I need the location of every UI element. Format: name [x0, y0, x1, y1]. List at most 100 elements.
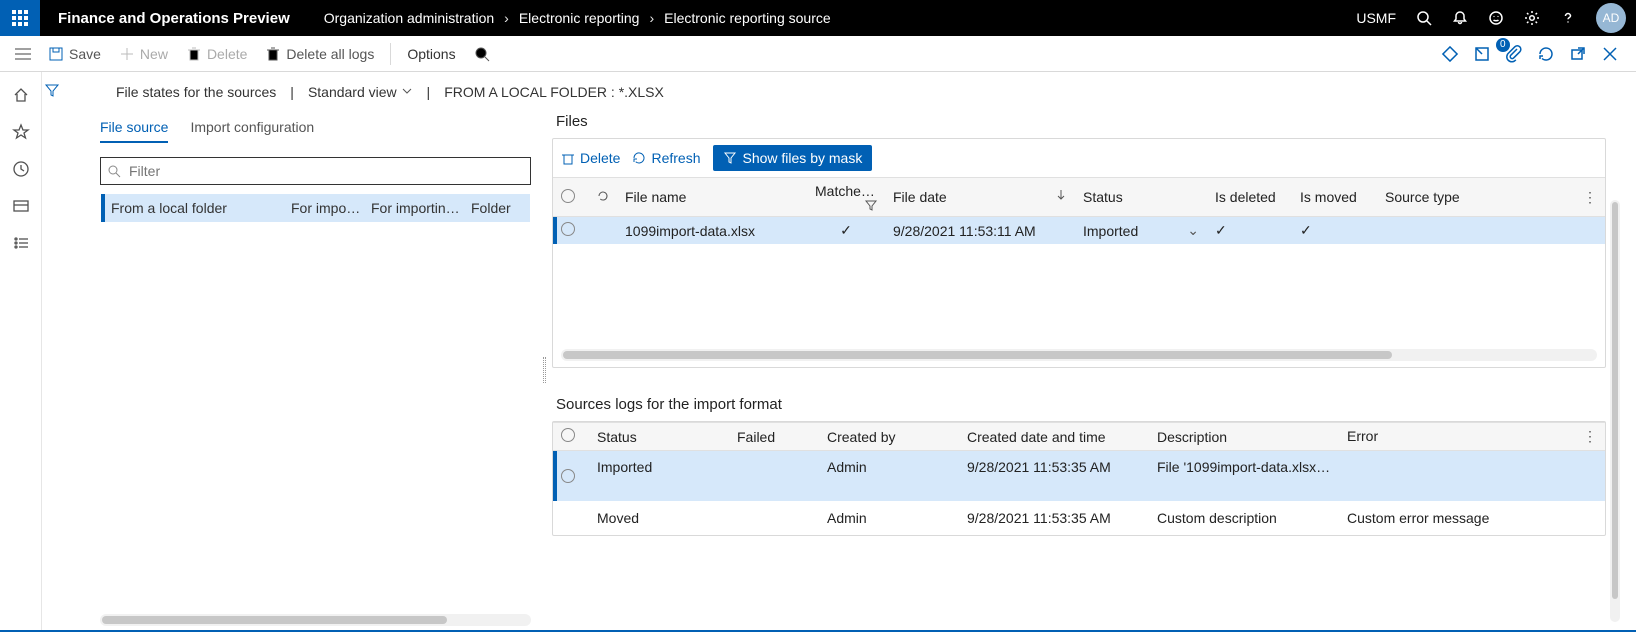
col-error[interactable]: Error⋮	[1339, 423, 1605, 451]
nav-recent[interactable]	[12, 160, 30, 181]
delete-all-logs-button[interactable]: Delete all logs	[257, 42, 382, 66]
radio-icon[interactable]	[561, 222, 575, 236]
breadcrumb-item[interactable]: Electronic reporting source	[664, 10, 831, 26]
star-icon	[12, 123, 30, 141]
col-file-date[interactable]: File date	[885, 178, 1075, 217]
nav-favorites[interactable]	[12, 123, 30, 144]
help-button[interactable]	[1550, 0, 1586, 36]
filter-input-wrapper[interactable]	[100, 157, 531, 185]
table-row[interactable]: Moved Admin 9/28/2021 11:53:35 AM Custom…	[553, 501, 1605, 535]
popout-button[interactable]	[1564, 40, 1592, 68]
cell-name: From a local folder	[111, 200, 281, 216]
nav-workspaces[interactable]	[12, 197, 30, 218]
breadcrumb: Organization administration › Electronic…	[308, 10, 847, 26]
delete-label: Delete	[207, 46, 247, 62]
col-is-deleted[interactable]: Is deleted	[1207, 178, 1292, 217]
col-source-type[interactable]: Source type⋮	[1377, 178, 1605, 217]
app-launcher-button[interactable]	[0, 0, 40, 36]
cell-created-by: Admin	[819, 451, 959, 501]
arrow-down-icon	[1055, 189, 1067, 201]
vertical-scrollbar[interactable]	[1610, 200, 1620, 622]
grid-row[interactable]: From a local folder For impor… For impor…	[101, 194, 530, 222]
col-created-dt[interactable]: Created date and time	[959, 423, 1149, 451]
save-label: Save	[69, 46, 101, 62]
col-select[interactable]	[553, 178, 589, 217]
new-label: New	[140, 46, 168, 62]
nav-modules[interactable]	[12, 234, 30, 255]
cell-status[interactable]: Imported⌄	[1075, 217, 1207, 245]
close-button[interactable]	[1596, 40, 1624, 68]
horizontal-scrollbar[interactable]	[561, 349, 1597, 361]
col-created-by[interactable]: Created by	[819, 423, 959, 451]
separator	[390, 43, 391, 65]
files-refresh-button[interactable]: Refresh	[632, 150, 700, 166]
office-button[interactable]	[1468, 40, 1496, 68]
new-button[interactable]: New	[111, 42, 176, 66]
col-select[interactable]	[553, 423, 589, 451]
more-icon[interactable]: ⋮	[1583, 189, 1597, 206]
nav-home[interactable]	[12, 86, 30, 107]
search-icon	[474, 46, 490, 62]
save-icon	[48, 46, 64, 62]
options-button[interactable]: Options	[399, 42, 463, 66]
breadcrumb-item[interactable]: Organization administration	[324, 10, 494, 26]
nav-toggle-button[interactable]	[6, 36, 40, 72]
page-body: File states for the sources | Standard v…	[0, 72, 1636, 630]
filter-pane-button[interactable]	[44, 82, 60, 101]
table-row[interactable]: 1099import-data.xlsx ✓ 9/28/2021 11:53:1…	[553, 217, 1605, 245]
chevron-down-icon	[401, 85, 413, 97]
action-toolbar: Save New Delete Delete all logs Options …	[0, 36, 1636, 72]
settings-button[interactable]	[1514, 0, 1550, 36]
radio-icon	[561, 428, 575, 442]
workspace-icon	[12, 197, 30, 215]
col-failed[interactable]: Failed	[729, 423, 819, 451]
col-refresh[interactable]	[589, 178, 617, 217]
tab-import-configuration[interactable]: Import configuration	[190, 113, 314, 145]
attachments-button[interactable]: 0	[1500, 40, 1528, 68]
splitter-handle[interactable]	[536, 109, 552, 630]
search-icon	[1416, 10, 1432, 26]
horizontal-scrollbar[interactable]	[100, 614, 531, 626]
col-status[interactable]: Status	[1075, 178, 1207, 217]
filter-input[interactable]	[127, 162, 524, 180]
avatar[interactable]: AD	[1596, 3, 1626, 33]
col-description[interactable]: Description	[1149, 423, 1339, 451]
search-button[interactable]	[1406, 0, 1442, 36]
col-status[interactable]: Status	[589, 423, 729, 451]
delete-button[interactable]: Delete	[178, 42, 255, 66]
tab-file-source[interactable]: File source	[100, 113, 168, 145]
notifications-button[interactable]	[1442, 0, 1478, 36]
company-picker[interactable]: USMF	[1346, 10, 1406, 26]
col-is-moved[interactable]: Is moved	[1292, 178, 1377, 217]
home-icon	[12, 86, 30, 104]
view-label: Standard view	[308, 84, 397, 100]
diamond-icon	[1441, 45, 1459, 63]
breadcrumb-item[interactable]: Electronic reporting	[519, 10, 640, 26]
toolbar-search-button[interactable]	[466, 42, 498, 66]
table-row[interactable]: Imported Admin 9/28/2021 11:53:35 AM Fil…	[553, 451, 1605, 501]
cell-created-dt: 9/28/2021 11:53:35 AM	[959, 451, 1149, 501]
col-file-name[interactable]: File name	[617, 178, 807, 217]
more-icon[interactable]: ⋮	[1583, 428, 1597, 445]
refresh-button[interactable]	[1532, 40, 1560, 68]
hamburger-icon	[14, 47, 32, 61]
cell-c2: For impor…	[291, 200, 361, 216]
view-selector[interactable]: Standard view	[308, 84, 413, 100]
trash-icon	[186, 46, 202, 62]
context-label: FROM A LOCAL FOLDER : *.XLSX	[444, 84, 664, 100]
cell-is-moved: ✓	[1292, 217, 1377, 245]
files-delete-button[interactable]: Delete	[561, 150, 620, 166]
trash-icon	[561, 151, 575, 165]
files-delete-label: Delete	[580, 150, 620, 166]
col-matched[interactable]: Matche…	[807, 178, 885, 217]
global-top-bar: Finance and Operations Preview Organizat…	[0, 0, 1636, 36]
feedback-button[interactable]	[1478, 0, 1514, 36]
save-button[interactable]: Save	[40, 42, 109, 66]
radio-icon[interactable]	[561, 469, 575, 483]
logs-section-title: Sources logs for the import format	[552, 392, 1606, 421]
cell-description: File '1099import-data.xlsx…	[1149, 451, 1339, 501]
status-value: Imported	[1083, 223, 1138, 239]
left-nav-rail	[0, 72, 42, 630]
diamond-button[interactable]	[1436, 40, 1464, 68]
show-files-by-mask-button[interactable]: Show files by mask	[713, 145, 873, 171]
